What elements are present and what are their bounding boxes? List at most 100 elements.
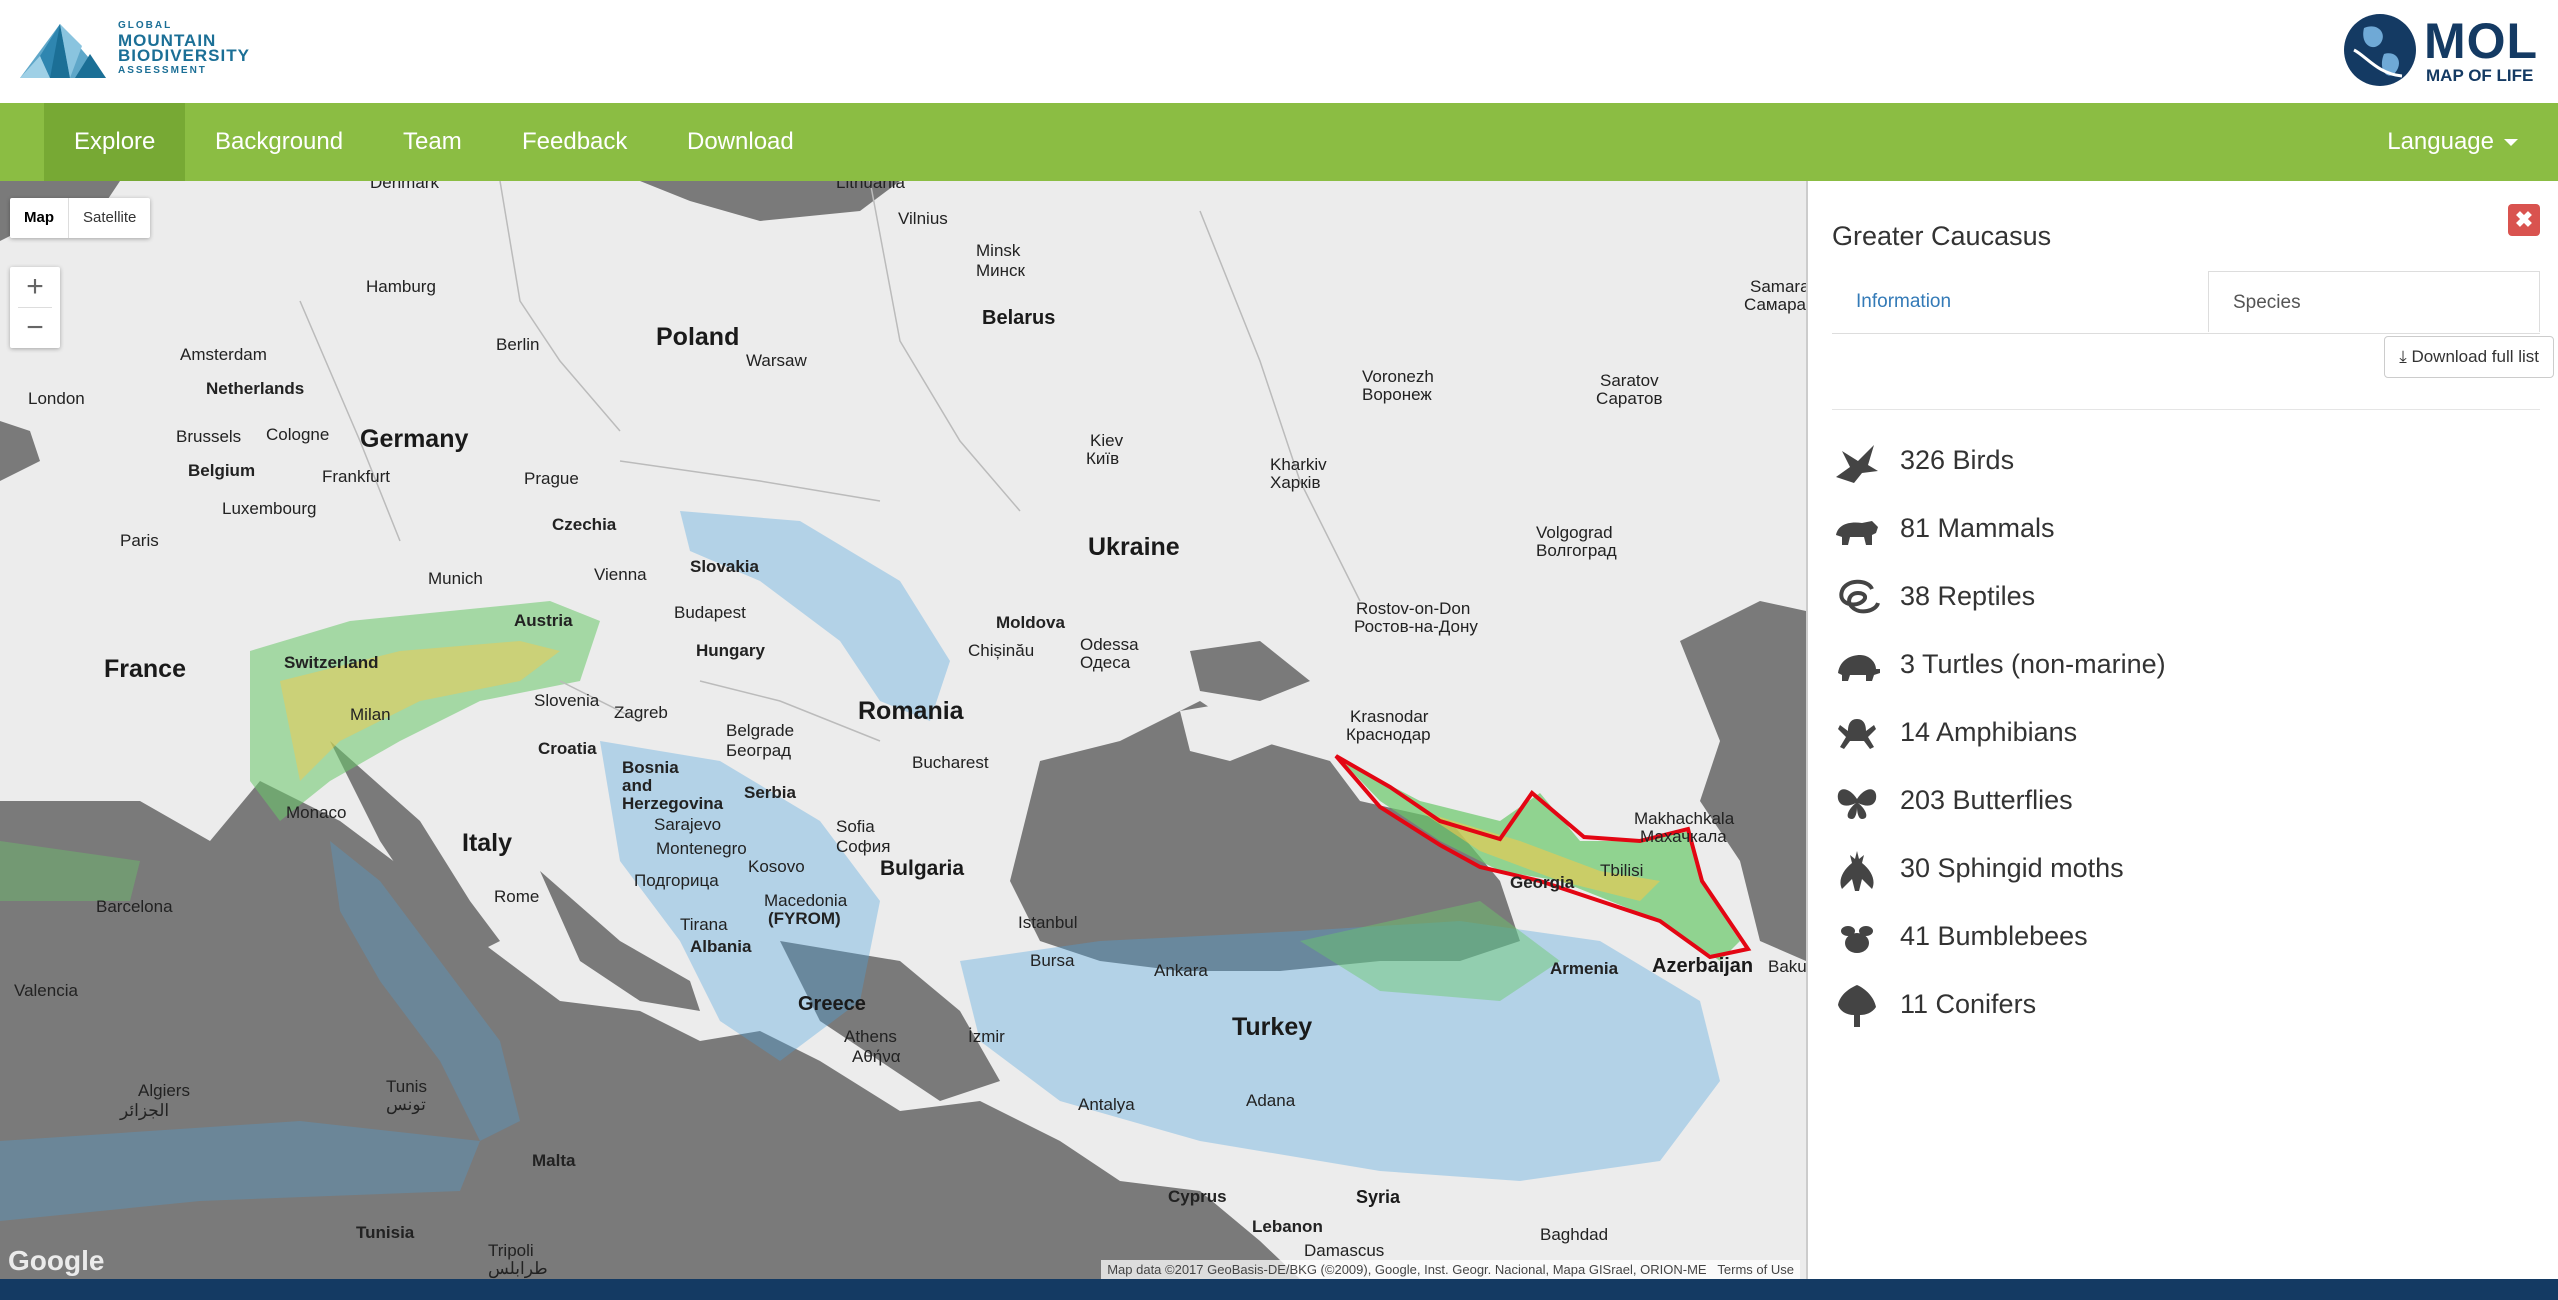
map-label: Bucharest [912, 753, 989, 772]
bird-icon [1836, 445, 1878, 483]
map-label: Macedonia [764, 891, 848, 910]
map-label: Bulgaria [880, 857, 965, 880]
map-label: Syria [1356, 1187, 1401, 1207]
map-label: Italy [462, 829, 513, 857]
taxon-label: 30 Sphingid moths [1900, 853, 2124, 883]
map-label: Turkey [1232, 1013, 1313, 1041]
map-label: Tunis [386, 1077, 427, 1096]
map-canvas[interactable]: Map Satellite + − Denmark Lithuania Viln… [0, 181, 1806, 1279]
download-full-list-button[interactable]: ⤓ Download full list [2384, 336, 2554, 378]
map-label: Munich [428, 569, 483, 588]
map-label: Barcelona [96, 897, 173, 916]
map-base-layer [0, 181, 1806, 1279]
map-label: Kharkiv [1270, 455, 1327, 474]
map-label: الجزائر [120, 1101, 170, 1120]
map-label: Kosovo [748, 857, 805, 876]
butterfly-icon [1837, 789, 1877, 819]
google-logo: Google [8, 1245, 105, 1276]
terms-link[interactable]: Terms of Use [1717, 1262, 1794, 1277]
site-header: GLOBAL MOUNTAIN BIODIVERSITY ASSESSMENT … [0, 0, 2558, 103]
taxon-row-reptiles: 38 Reptiles [1832, 567, 2432, 627]
map-label: Albania [690, 937, 752, 956]
map-label: Ростов-на-Дону [1354, 617, 1478, 636]
map-label: Moldova [996, 613, 1065, 632]
conifer-icon [1838, 985, 1876, 1027]
map-label: Baghdad [1540, 1225, 1609, 1244]
nav-explore[interactable]: Explore [44, 103, 186, 181]
map-label: Bosnia and Herzegovina [622, 758, 724, 813]
map-label: Sofia [836, 817, 875, 836]
map-label: Austria [514, 611, 573, 630]
map-label: طرابلس [488, 1259, 548, 1278]
map-label: Махачкала [1640, 827, 1727, 846]
region-title: Greater Caucasus [1832, 221, 2052, 251]
map-label: Lebanon [1252, 1217, 1323, 1236]
map-label: Minsk [976, 241, 1021, 260]
divider [1832, 409, 2540, 410]
map-label: Cologne [266, 425, 330, 444]
map-label: Warsaw [746, 351, 807, 370]
language-dropdown[interactable]: Language [2387, 103, 2518, 181]
map-label: Georgia [1510, 873, 1575, 892]
map-label: Tunisia [356, 1223, 415, 1242]
map-label: Athens [844, 1027, 897, 1046]
globe-icon [2344, 14, 2416, 86]
map-label: London [28, 389, 85, 408]
map-type-control: Map Satellite [10, 198, 151, 238]
taxon-row-bumblebees: 41 Bumblebees [1832, 907, 2432, 967]
map-label: Volgograd [1536, 523, 1613, 542]
bumblebee-icon [1841, 926, 1873, 953]
logo-line: ASSESSMENT [118, 65, 207, 76]
nav-team[interactable]: Team [373, 103, 492, 181]
zoom-in-button[interactable]: + [10, 267, 60, 307]
logo-line: BIODIVERSITY [118, 46, 250, 65]
map-label: Valencia [14, 981, 78, 1000]
nav-background[interactable]: Background [185, 103, 373, 181]
map-label: Switzerland [284, 653, 379, 672]
taxon-label: 41 Bumblebees [1900, 921, 2088, 951]
map-type-satellite[interactable]: Satellite [69, 198, 150, 238]
map-label: Poland [656, 323, 740, 351]
map-label: Ukraine [1088, 533, 1180, 561]
taxon-row-mammals: 81 Mammals [1832, 499, 2432, 559]
region-info-panel: ✖ Greater Caucasus Information Species ⤓… [1806, 181, 2558, 1279]
map-label: Tbilisi [1600, 861, 1644, 880]
map-label: Харків [1270, 473, 1321, 492]
map-label: Armenia [1550, 959, 1619, 978]
map-label: Belarus [982, 307, 1056, 329]
map-label: Adana [1246, 1091, 1296, 1110]
map-label: Саратов [1596, 389, 1663, 408]
mol-logo[interactable]: MOL MAP OF LIFE [2344, 13, 2544, 88]
map-label: Prague [524, 469, 579, 488]
map-label: Romania [858, 697, 964, 725]
gmba-logo[interactable]: GLOBAL MOUNTAIN BIODIVERSITY ASSESSMENT [20, 16, 280, 82]
map-label: Београд [726, 741, 792, 760]
map-label: Волгоград [1536, 541, 1617, 560]
taxon-row-turtles: 3 Turtles (non-marine) [1832, 635, 2432, 695]
taxon-row-moths: 30 Sphingid moths [1832, 839, 2432, 899]
nav-feedback[interactable]: Feedback [492, 103, 657, 181]
map-label: Ankara [1154, 961, 1208, 980]
mol-subtitle: MAP OF LIFE [2426, 66, 2534, 85]
footer-bar [0, 1279, 2558, 1300]
map-label: Hamburg [366, 277, 436, 296]
nav-download[interactable]: Download [657, 103, 824, 181]
map-label: Makhachkala [1634, 809, 1735, 828]
download-label: Download full list [2411, 347, 2539, 366]
map-label: Slovakia [690, 557, 759, 576]
close-panel-button[interactable]: ✖ [2508, 204, 2540, 236]
tab-species[interactable]: Species [2208, 271, 2540, 332]
map-label: Vienna [594, 565, 647, 584]
moth-icon [1840, 851, 1874, 891]
taxon-row-birds: 326 Birds [1832, 431, 2432, 491]
map-type-map[interactable]: Map [10, 198, 69, 238]
taxon-row-amphibians: 14 Amphibians [1832, 703, 2432, 763]
map-label: София [836, 837, 891, 856]
map-label: (FYROM) [768, 909, 841, 928]
map-label: Luxembourg [222, 499, 317, 518]
map-label: Odessa [1080, 635, 1139, 654]
zoom-out-button[interactable]: − [10, 308, 60, 348]
tab-information[interactable]: Information [1832, 271, 1975, 331]
map-label: Brussels [176, 427, 242, 446]
reptile-icon [1839, 579, 1880, 614]
